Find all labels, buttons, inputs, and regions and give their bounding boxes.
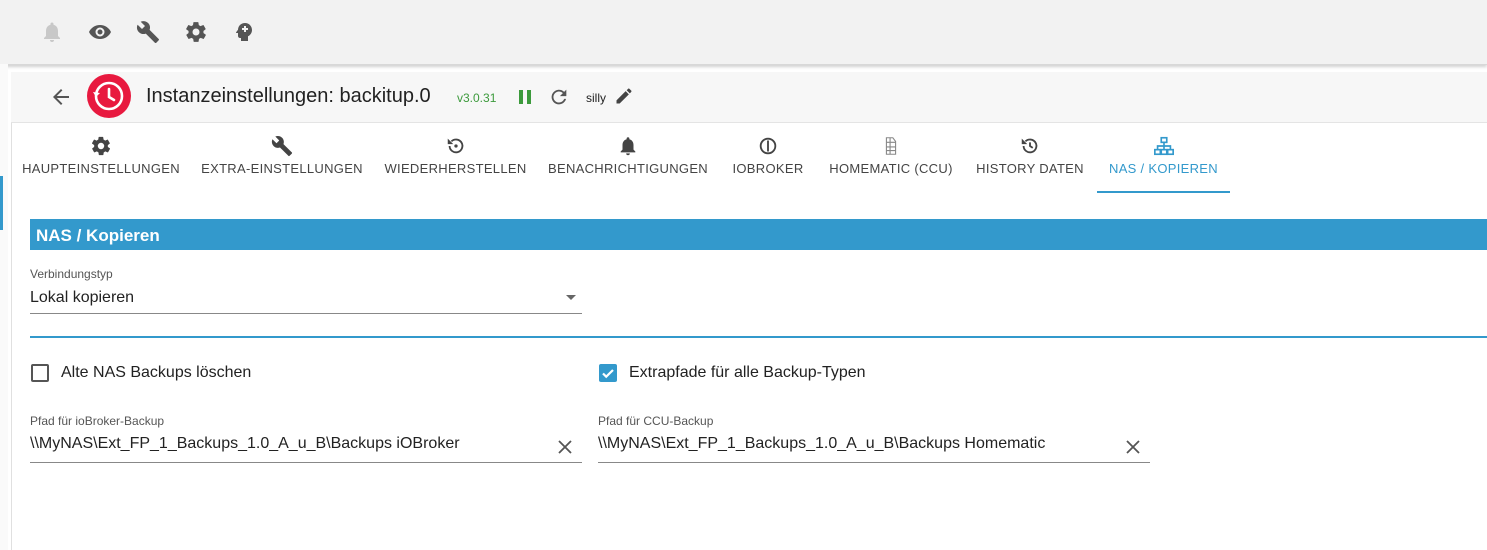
- bell-icon[interactable]: [40, 20, 64, 44]
- log-level-label[interactable]: silly: [586, 91, 606, 105]
- expert-mode-icon[interactable]: [232, 20, 256, 44]
- top-toolbar: [0, 0, 1487, 65]
- back-arrow-icon[interactable]: [49, 85, 73, 109]
- tab-haupteinstellungen[interactable]: HAUPTEINSTELLUNGEN: [22, 131, 180, 191]
- pencil-icon[interactable]: [614, 86, 634, 106]
- restore-icon: [445, 135, 467, 157]
- backitup-logo: [87, 74, 131, 118]
- iobroker-path-field[interactable]: [30, 432, 582, 463]
- page-title: Instanzeinstellungen: backitup.0: [146, 85, 431, 107]
- homematic-icon: [880, 135, 902, 157]
- connection-type-label: Verbindungstyp: [30, 267, 113, 281]
- eye-icon[interactable]: [88, 20, 112, 44]
- dropdown-arrow-icon: [566, 295, 576, 300]
- tab-history-daten[interactable]: HISTORY DATEN: [974, 131, 1086, 191]
- clear-icon[interactable]: [1124, 438, 1142, 456]
- section-header: NAS / Kopieren: [30, 219, 1487, 250]
- iobroker-path-label: Pfad für ioBroker-Backup: [30, 414, 165, 428]
- tab-iobroker[interactable]: IOBROKER: [728, 131, 808, 191]
- delete-old-backups-checkbox[interactable]: [31, 364, 49, 382]
- tab-label: EXTRA-EINSTELLUNGEN: [201, 161, 363, 176]
- tab-label: HISTORY DATEN: [976, 161, 1084, 176]
- tab-label: WIEDERHERSTELLEN: [384, 161, 527, 176]
- history-icon: [1019, 135, 1041, 157]
- tab-nas-kopieren[interactable]: NAS / KOPIEREN: [1097, 131, 1230, 193]
- iobroker-icon: [757, 135, 779, 157]
- ccu-path-label: Pfad für CCU-Backup: [598, 414, 714, 428]
- section-title: NAS / Kopieren: [36, 226, 160, 245]
- extra-paths-checkbox[interactable]: [599, 364, 617, 382]
- tab-homematic[interactable]: HOMEMATIC (CCU): [827, 131, 955, 191]
- version-badge: v3.0.31: [457, 91, 497, 105]
- left-accent-bar: [0, 176, 3, 230]
- delete-old-backups-label[interactable]: Alte NAS Backups löschen: [61, 364, 251, 382]
- tab-label: HOMEMATIC (CCU): [829, 161, 953, 176]
- pause-icon[interactable]: [514, 86, 536, 108]
- network-icon: [1153, 135, 1175, 157]
- connection-type-value: Lokal kopieren: [30, 289, 135, 306]
- tab-extra-einstellungen[interactable]: EXTRA-EINSTELLUNGEN: [200, 131, 364, 191]
- tab-label: BENACHRICHTIGUNGEN: [548, 161, 708, 176]
- bell-icon: [617, 135, 639, 157]
- tab-benachrichtigungen[interactable]: BENACHRICHTIGUNGEN: [547, 131, 709, 191]
- ccu-path-field[interactable]: [598, 432, 1150, 463]
- tab-label: NAS / KOPIEREN: [1109, 161, 1218, 176]
- wrench-icon: [271, 135, 293, 157]
- gear-icon: [90, 135, 112, 157]
- divider: [30, 336, 1487, 338]
- reload-icon[interactable]: [548, 86, 570, 108]
- tab-label: HAUPTEINSTELLUNGEN: [22, 161, 180, 176]
- left-gutter: [0, 64, 8, 550]
- gear-icon[interactable]: [184, 20, 208, 44]
- tab-wiederherstellen[interactable]: WIEDERHERSTELLEN: [383, 131, 528, 191]
- extra-paths-label[interactable]: Extrapfade für alle Backup-Typen: [629, 364, 866, 382]
- wrench-icon[interactable]: [136, 20, 160, 44]
- tab-label: IOBROKER: [732, 161, 804, 176]
- connection-type-select[interactable]: Lokal kopieren: [30, 285, 582, 314]
- ccu-path-input[interactable]: [598, 435, 1108, 453]
- iobroker-path-input[interactable]: [30, 435, 540, 453]
- clear-icon[interactable]: [556, 438, 574, 456]
